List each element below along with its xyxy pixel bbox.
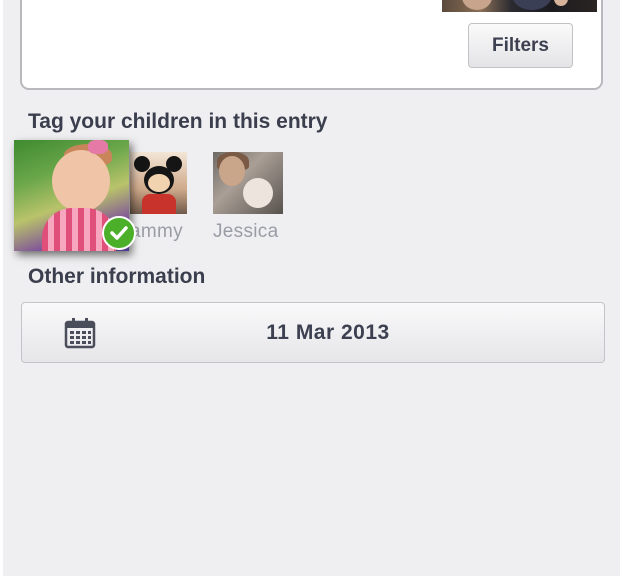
child-name: ammy	[130, 221, 183, 242]
left-edge	[0, 0, 3, 576]
date-picker-button[interactable]: 11 Mar 2013	[21, 302, 605, 363]
child-name: Jessica	[213, 221, 279, 242]
other-information-heading: Other information	[28, 265, 206, 288]
entry-photo-thumbnail[interactable]	[442, 0, 597, 12]
checkmark-icon	[102, 216, 136, 250]
child-avatar	[130, 152, 187, 214]
child-avatar	[213, 152, 283, 214]
photo-card: Filters	[20, 0, 603, 90]
entry-date: 11 Mar 2013	[266, 320, 390, 344]
filters-button[interactable]: Filters	[468, 23, 573, 68]
child-tag-tammy[interactable]: ammy	[130, 152, 200, 242]
child-tag-jessica[interactable]: Jessica	[213, 152, 293, 242]
child-tag-selected[interactable]	[14, 140, 136, 251]
tag-children-heading: Tag your children in this entry	[28, 110, 328, 133]
